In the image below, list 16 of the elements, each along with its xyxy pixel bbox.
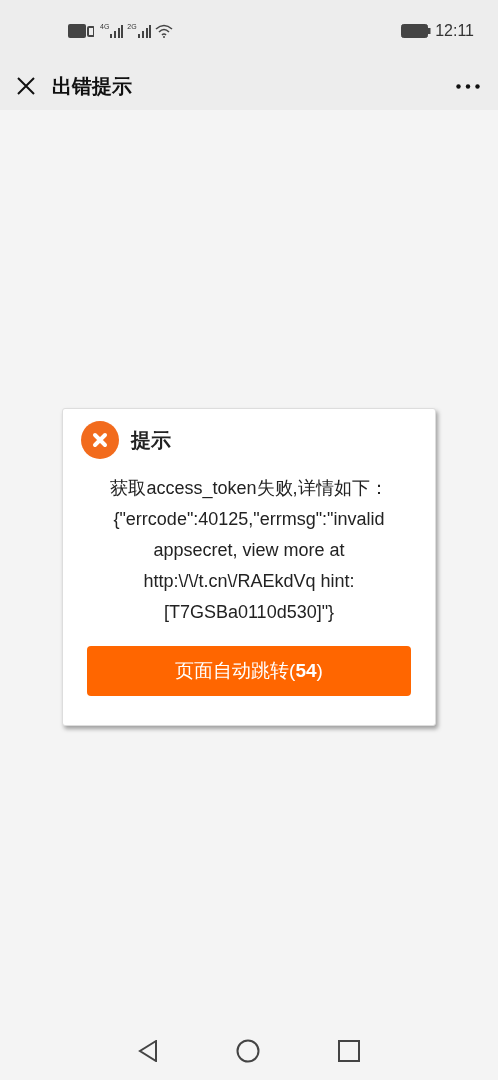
dialog-title: 提示 (131, 428, 171, 453)
battery-icon (401, 24, 432, 38)
more-icon (456, 83, 480, 89)
back-icon[interactable] (138, 1040, 158, 1062)
close-icon (17, 77, 35, 95)
home-icon[interactable] (236, 1039, 260, 1063)
recents-icon[interactable] (338, 1040, 360, 1062)
error-message: 获取access_token失败,详情如下：{"errcode":40125,"errmsg":"invalid appsecret, view more at http:\/\/t.cn\/RAEkdVq hint: [T7GSBa0110d530]"} (109, 477, 389, 624)
close-button[interactable] (16, 76, 36, 96)
signal-icon (136, 24, 151, 38)
signal-icon (109, 24, 124, 38)
page-title: 出错提示 (52, 74, 132, 99)
redirect-button[interactable]: 页面自动跳转(54) (87, 646, 411, 696)
error-icon (81, 421, 119, 459)
status-time: 12:11 (435, 21, 474, 41)
wifi-icon (154, 24, 173, 38)
